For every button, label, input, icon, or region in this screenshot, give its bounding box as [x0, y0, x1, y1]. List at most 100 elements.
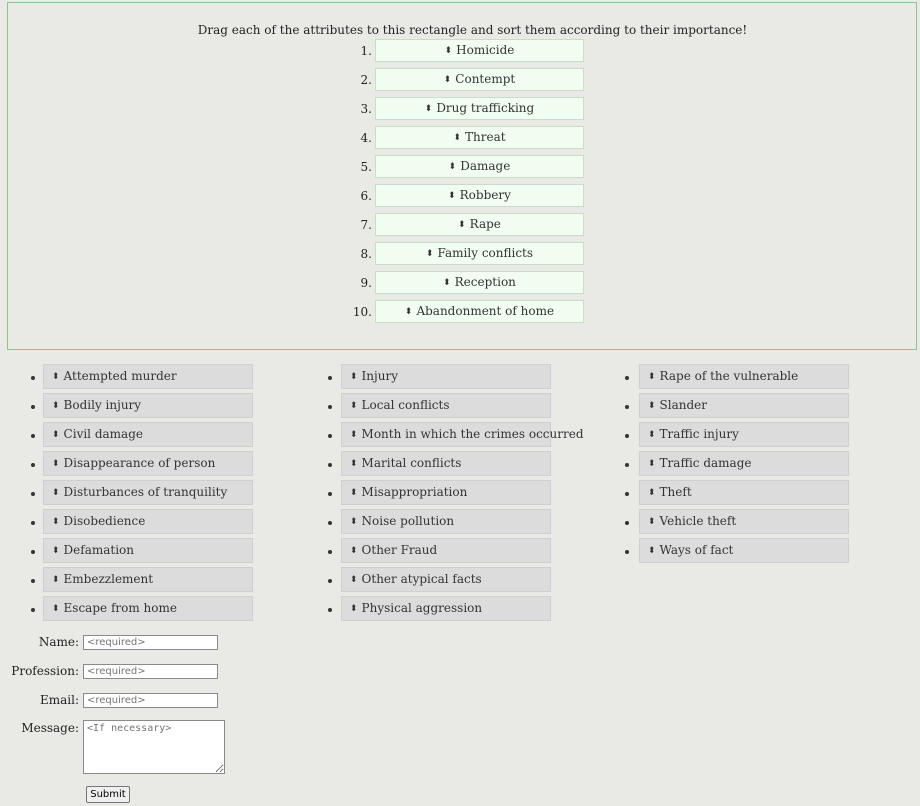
rank-number: 4.: [360, 130, 372, 145]
list-bullet: [31, 550, 35, 554]
drag-handle-icon: ⬍: [424, 104, 433, 114]
ranked-item[interactable]: ⬍ Abandonment of home: [375, 300, 584, 323]
message-label: Message:: [21, 721, 79, 735]
attribute-item[interactable]: ⬍ Other Fraud: [341, 538, 551, 563]
attribute-label: Noise pollution: [361, 514, 455, 528]
attribute-item[interactable]: ⬍ Disappearance of person: [43, 451, 253, 476]
drag-handle-icon: ⬍: [443, 75, 452, 85]
drag-handle-icon: ⬍: [648, 546, 656, 556]
attribute-item[interactable]: ⬍ Vehicle theft: [639, 509, 849, 534]
drag-handle-icon: ⬍: [52, 459, 60, 469]
email-label: Email:: [39, 693, 79, 707]
attribute-item[interactable]: ⬍ Other atypical facts: [341, 567, 551, 592]
attribute-item[interactable]: ⬍ Local conflicts: [341, 393, 551, 418]
drag-handle-icon: ⬍: [648, 401, 656, 411]
list-bullet: [328, 463, 332, 467]
drag-handle-icon: ⬍: [350, 546, 358, 556]
rank-number: 9.: [360, 275, 372, 290]
attribute-label: Disturbances of tranquility: [63, 485, 228, 499]
attribute-item[interactable]: ⬍ Traffic damage: [639, 451, 849, 476]
attribute-label: Slander: [659, 398, 708, 412]
attribute-label: Attempted murder: [63, 369, 177, 383]
email-input[interactable]: [83, 693, 218, 708]
attribute-item[interactable]: ⬍ Ways of fact: [639, 538, 849, 563]
drag-handle-icon: ⬍: [350, 401, 358, 411]
attribute-item[interactable]: ⬍ Civil damage: [43, 422, 253, 447]
ranked-item-label: Rape: [469, 217, 501, 231]
attribute-item[interactable]: ⬍ Bodily injury: [43, 393, 253, 418]
list-bullet: [328, 405, 332, 409]
attribute-item[interactable]: ⬍ Attempted murder: [43, 364, 253, 389]
ranked-item[interactable]: ⬍ Family conflicts: [375, 242, 584, 265]
ranked-item[interactable]: ⬍ Contempt: [375, 68, 584, 91]
list-bullet: [31, 376, 35, 380]
attribute-label: Disobedience: [63, 514, 146, 528]
attribute-label: Marital conflicts: [361, 456, 462, 470]
list-bullet: [328, 376, 332, 380]
rank-number: 8.: [360, 246, 372, 261]
ranked-item-label: Robbery: [459, 188, 511, 202]
drag-handle-icon: ⬍: [52, 546, 60, 556]
drag-handle-icon: ⬍: [350, 372, 358, 382]
profession-input[interactable]: [83, 664, 218, 679]
drag-handle-icon: ⬍: [52, 430, 60, 440]
attribute-item[interactable]: ⬍ Physical aggression: [341, 596, 551, 621]
attribute-label: Misappropriation: [361, 485, 468, 499]
attribute-label: Theft: [659, 485, 692, 499]
attribute-label: Traffic damage: [659, 456, 752, 470]
drag-handle-icon: ⬍: [648, 488, 656, 498]
attribute-item[interactable]: ⬍ Slander: [639, 393, 849, 418]
attribute-item[interactable]: ⬍ Embezzlement: [43, 567, 253, 592]
ranked-item[interactable]: ⬍ Reception: [375, 271, 584, 294]
drag-handle-icon: ⬍: [448, 191, 456, 201]
ranked-item[interactable]: ⬍ Drug trafficking: [375, 97, 584, 120]
submit-button[interactable]: Submit: [86, 786, 130, 803]
attribute-label: Physical aggression: [361, 601, 483, 615]
rank-number: 5.: [360, 159, 372, 174]
instruction-text: Drag each of the attributes to this rect…: [197, 23, 748, 37]
name-label: Name:: [38, 635, 79, 649]
attribute-item[interactable]: ⬍ Month in which the crimes occurred: [341, 422, 584, 447]
ranked-item[interactable]: ⬍ Homicide: [375, 39, 584, 62]
drag-handle-icon: ⬍: [648, 517, 656, 527]
drag-handle-icon: ⬍: [52, 372, 60, 382]
rank-number: 3.: [360, 101, 372, 116]
list-bullet: [625, 405, 629, 409]
attribute-label: Month in which the crimes occurred: [361, 427, 584, 441]
attribute-item[interactable]: ⬍ Disobedience: [43, 509, 253, 534]
ranked-row: 2. ⬍ Contempt: [336, 67, 584, 92]
attribute-label: Other Fraud: [361, 543, 438, 557]
drag-handle-icon: ⬍: [648, 459, 656, 469]
attribute-item[interactable]: ⬍ Traffic injury: [639, 422, 849, 447]
ranked-item-label: Contempt: [455, 72, 516, 86]
ranked-item[interactable]: ⬍ Robbery: [375, 184, 584, 207]
drag-handle-icon: ⬍: [350, 459, 358, 469]
ranked-item[interactable]: ⬍ Damage: [375, 155, 584, 178]
ranked-row: 7. ⬍ Rape: [336, 212, 584, 237]
attribute-item[interactable]: ⬍ Noise pollution: [341, 509, 551, 534]
attribute-item[interactable]: ⬍ Rape of the vulnerable: [639, 364, 849, 389]
attribute-label: Embezzlement: [63, 572, 154, 586]
drag-handle-icon: ⬍: [350, 488, 358, 498]
list-bullet: [31, 434, 35, 438]
attribute-label: Bodily injury: [63, 398, 142, 412]
attribute-item[interactable]: ⬍ Injury: [341, 364, 551, 389]
attribute-label: Civil damage: [63, 427, 143, 441]
attribute-label: Other atypical facts: [361, 572, 482, 586]
attribute-item[interactable]: ⬍ Defamation: [43, 538, 253, 563]
message-textarea[interactable]: [83, 720, 225, 774]
name-input[interactable]: [83, 635, 218, 650]
profession-label: Profession:: [11, 664, 79, 678]
attribute-item[interactable]: ⬍ Theft: [639, 480, 849, 505]
drag-handle-icon: ⬍: [52, 401, 60, 411]
attribute-item[interactable]: ⬍ Misappropriation: [341, 480, 551, 505]
attribute-item[interactable]: ⬍ Disturbances of tranquility: [43, 480, 253, 505]
ranked-item[interactable]: ⬍ Threat: [375, 126, 584, 149]
drag-handle-icon: ⬍: [443, 278, 451, 288]
list-bullet: [31, 608, 35, 612]
attribute-item[interactable]: ⬍ Marital conflicts: [341, 451, 551, 476]
attribute-item[interactable]: ⬍ Escape from home: [43, 596, 253, 621]
list-bullet: [31, 521, 35, 525]
ranked-item[interactable]: ⬍ Rape: [375, 213, 584, 236]
list-bullet: [328, 579, 332, 583]
